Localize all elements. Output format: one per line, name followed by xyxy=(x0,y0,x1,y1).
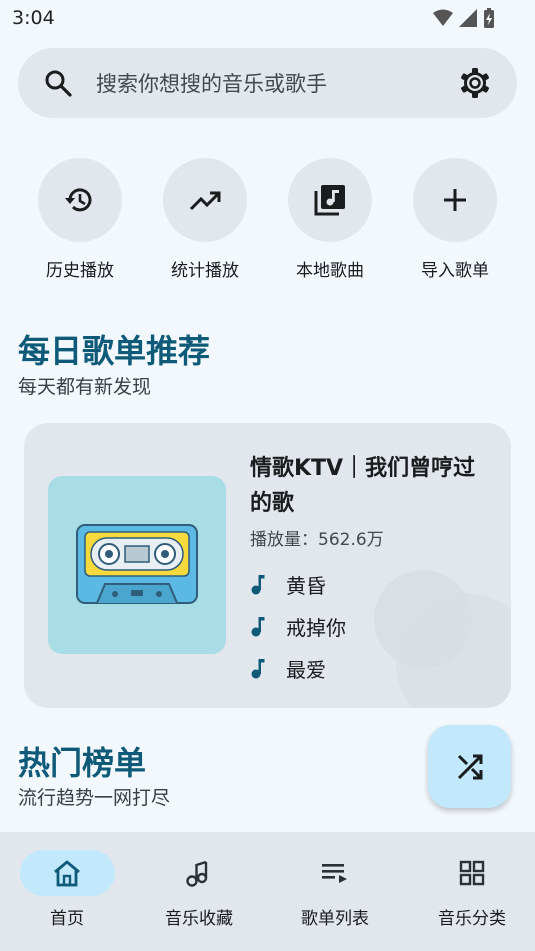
quick-action-stats[interactable]: 统计播放 xyxy=(150,158,260,281)
status-time: 3:04 xyxy=(12,7,55,29)
nav-item-music-favorites[interactable]: 音乐收藏 xyxy=(132,850,266,929)
music-note-icon xyxy=(250,573,272,595)
quick-action-button[interactable] xyxy=(413,158,497,242)
play-count: 播放量：562.6万 xyxy=(250,530,384,550)
cassette-tape-image xyxy=(76,524,198,604)
list-item[interactable]: 戒掉你 xyxy=(250,605,346,647)
search-input[interactable]: 搜索你想搜的音乐或歌手 xyxy=(96,68,327,98)
status-icons xyxy=(433,8,495,28)
playlist-title[interactable]: 情歌KTV｜我们曾哼过的歌 xyxy=(250,451,480,521)
list-item[interactable]: 最爱 xyxy=(250,647,346,689)
wifi-icon xyxy=(433,9,453,26)
status-bar: 3:04 xyxy=(0,0,535,36)
song-title: 黄昏 xyxy=(286,573,326,598)
trending-up-icon xyxy=(189,191,221,211)
playlist-icon xyxy=(322,864,347,883)
quick-action-button[interactable] xyxy=(38,158,122,242)
nav-indicator[interactable] xyxy=(19,850,115,896)
quick-action-label: 导入歌单 xyxy=(421,261,489,281)
shuffle-button[interactable] xyxy=(428,725,511,808)
song-title: 最爱 xyxy=(286,657,326,682)
bottom-navigation: 首页 音乐收藏 歌单列表 音乐分类 xyxy=(0,832,535,951)
music-note-icon xyxy=(250,657,272,679)
hot-section-subtitle: 流行趋势一网打尽 xyxy=(18,787,171,809)
grid-category-icon xyxy=(459,860,485,886)
nav-label: 音乐收藏 xyxy=(165,909,233,929)
search-icon[interactable] xyxy=(44,69,72,97)
quick-action-button[interactable] xyxy=(163,158,247,242)
quick-action-history[interactable]: 历史播放 xyxy=(25,158,135,281)
nav-item-music-categories[interactable]: 音乐分类 xyxy=(405,850,535,929)
nav-indicator[interactable] xyxy=(288,850,383,896)
nav-label: 歌单列表 xyxy=(301,909,369,929)
gear-icon[interactable] xyxy=(459,67,491,99)
quick-actions: 历史播放 统计播放 本地歌曲 导入歌单 xyxy=(0,158,535,281)
playlist-cover[interactable] xyxy=(48,476,226,654)
list-item[interactable]: 黄昏 xyxy=(250,563,346,605)
music-note-icon xyxy=(250,615,272,637)
nav-item-home[interactable]: 首页 xyxy=(0,850,134,929)
library-music-icon xyxy=(314,185,345,216)
song-title: 戒掉你 xyxy=(286,615,346,640)
song-list: 黄昏 戒掉你 最爱 xyxy=(250,563,346,689)
nav-indicator[interactable] xyxy=(425,850,520,896)
daily-playlist-card[interactable]: 情歌KTV｜我们曾哼过的歌 播放量：562.6万 黄昏 戒掉你 最爱 xyxy=(24,423,511,708)
search-bar[interactable]: 搜索你想搜的音乐或歌手 xyxy=(18,48,517,118)
quick-action-label: 历史播放 xyxy=(46,261,114,281)
home-icon xyxy=(54,860,80,887)
quick-action-local-songs[interactable]: 本地歌曲 xyxy=(275,158,385,281)
add-icon xyxy=(444,189,466,211)
daily-section-subtitle: 每天都有新发现 xyxy=(18,376,152,398)
nav-label: 音乐分类 xyxy=(438,909,506,929)
quick-action-label: 本地歌曲 xyxy=(296,261,364,281)
music-note-favorite-icon xyxy=(186,860,208,887)
hot-section-title: 热门榜单 xyxy=(18,744,147,782)
nav-item-playlists[interactable]: 歌单列表 xyxy=(268,850,402,929)
quick-action-import-playlist[interactable]: 导入歌单 xyxy=(400,158,510,281)
quick-action-button[interactable] xyxy=(288,158,372,242)
nav-indicator[interactable] xyxy=(152,850,247,896)
nav-label: 首页 xyxy=(50,909,84,929)
signal-icon xyxy=(459,9,477,27)
daily-section-title: 每日歌单推荐 xyxy=(18,332,211,370)
shuffle-icon xyxy=(457,754,482,779)
quick-action-label: 统计播放 xyxy=(171,261,239,281)
history-icon xyxy=(65,188,92,212)
battery-charging-icon xyxy=(484,8,494,28)
